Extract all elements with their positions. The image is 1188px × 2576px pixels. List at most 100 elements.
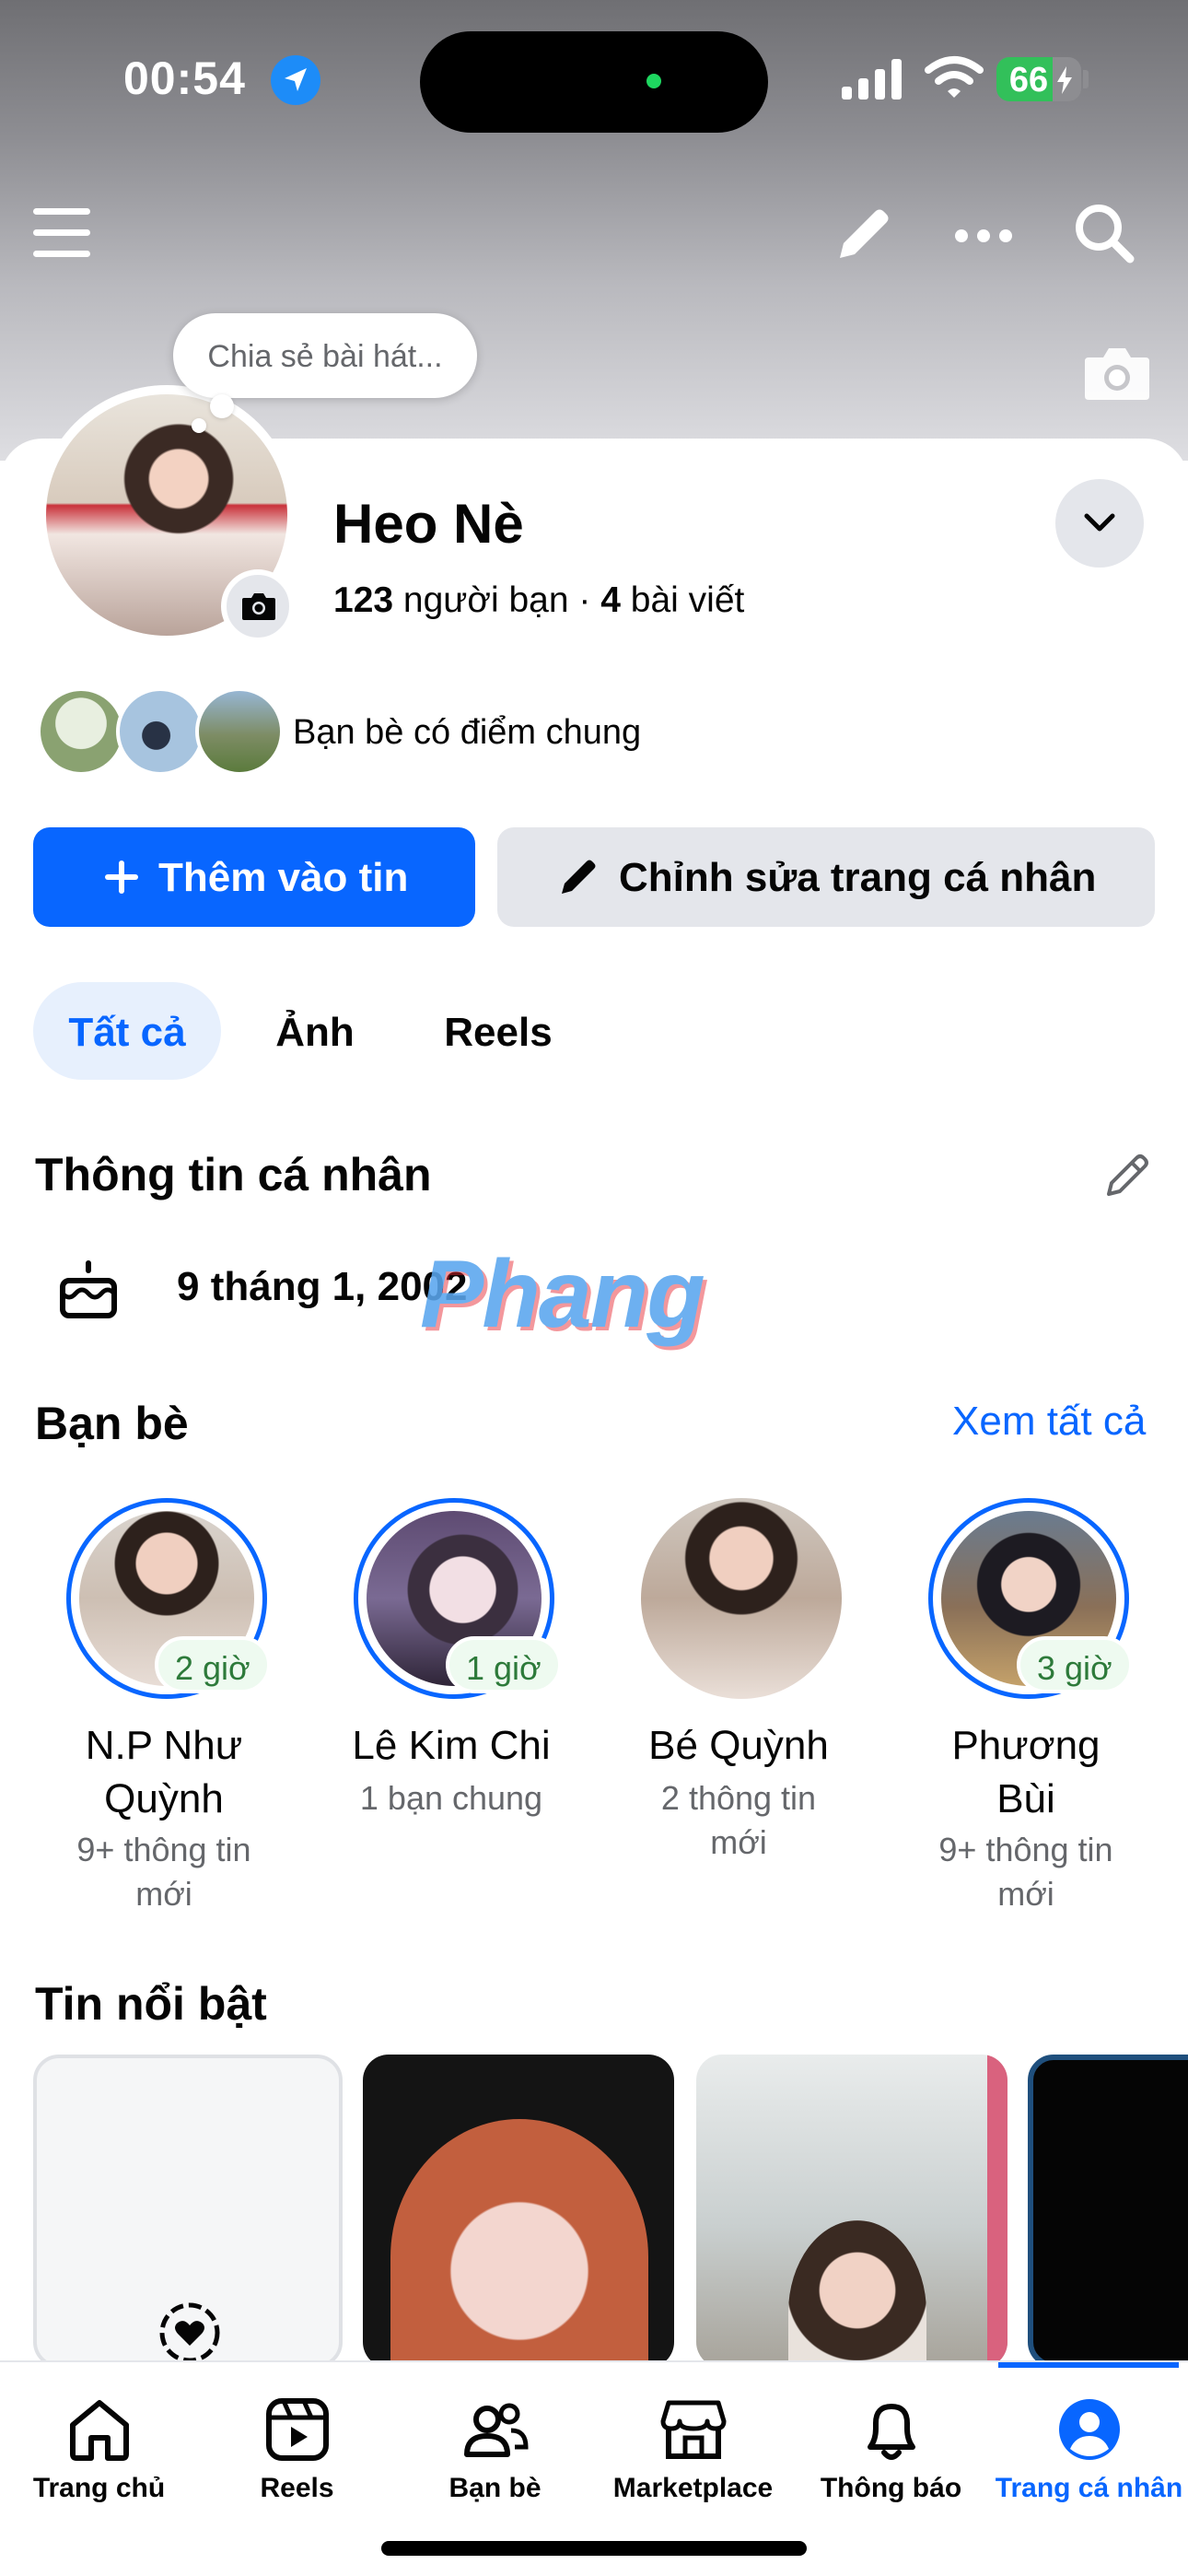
mutual-friends-avatars[interactable]: [37, 687, 285, 776]
friend-name: Phương Bùi: [897, 1719, 1155, 1826]
home-indicator: [381, 2541, 807, 2556]
nav-label: Trang cá nhân: [995, 2473, 1183, 2503]
bubble-tail: [192, 418, 206, 433]
battery-text: 66: [1008, 61, 1049, 100]
mutual-friend-avatar: [37, 687, 125, 776]
menu-icon[interactable]: [31, 205, 92, 262]
friend-name-line: Lê Kim Chi: [352, 1723, 551, 1768]
new-highlight-card[interactable]: [33, 2055, 343, 2368]
tab-photos[interactable]: Ảnh: [258, 982, 372, 1080]
birthday-cake-icon: [60, 1260, 117, 1318]
friend-subtitle-line: 2 thông tin: [660, 1779, 817, 1817]
friends-label: người bạn: [402, 580, 569, 620]
nav-marketplace[interactable]: Marketplace: [594, 2362, 792, 2547]
friend-subtitle: 9+ thông tin mới: [897, 1828, 1155, 1916]
edit-about-icon[interactable]: [1101, 1150, 1153, 1201]
more-icon[interactable]: [954, 221, 1013, 251]
charging-bolt-icon: [1057, 66, 1072, 94]
camera-icon[interactable]: [1083, 345, 1151, 402]
friend-avatar-frame: [641, 1498, 842, 1699]
highlight-card[interactable]: [696, 2055, 1007, 2368]
friend-subtitle-line: 1 bạn chung: [359, 1779, 543, 1817]
story-time-badge: 3 giờ: [1017, 1636, 1133, 1693]
bell-icon: [868, 2404, 915, 2460]
friend-name-line: Bé Quỳnh: [648, 1723, 829, 1768]
story-time-badge: 2 giờ: [155, 1636, 271, 1693]
mutual-friend-avatar: [195, 687, 284, 776]
friend-subtitle: 2 thông tin mới: [610, 1776, 868, 1865]
friend-subtitle-line: 9+ thông tin: [76, 1831, 251, 1868]
status-time: 00:54: [123, 53, 246, 104]
nav-label: Bạn bè: [448, 2473, 542, 2503]
friend-subtitle-line: 9+ thông tin: [938, 1831, 1113, 1868]
stats-separator: ·: [578, 580, 591, 620]
friend-name-line: N.P Như: [85, 1723, 243, 1768]
story-time-badge: 1 giờ: [446, 1636, 562, 1693]
profile-name: Heo Nè: [333, 493, 524, 555]
friends-title: Bạn bè: [35, 1398, 189, 1449]
nav-label: Trang chủ: [32, 2473, 166, 2503]
highlight-thumbnail: [390, 2119, 648, 2368]
heart-circle-icon: [159, 2302, 220, 2363]
battery-cap: [1083, 70, 1089, 88]
friend-subtitle: 1 bạn chung: [322, 1776, 580, 1821]
nav-notifications[interactable]: Thông báo: [792, 2362, 990, 2547]
edit-profile-label: Chỉnh sửa trang cá nhân: [619, 855, 1097, 900]
highlight-card[interactable]: [1028, 2055, 1188, 2368]
friend-name: Bé Quỳnh: [610, 1719, 868, 1773]
friend-name: Lê Kim Chi: [322, 1719, 580, 1773]
battery-indicator: 66: [996, 57, 1081, 101]
home-icon: [70, 2400, 129, 2461]
highlight-stripe: [987, 2055, 1007, 2368]
location-arrow-icon: [271, 55, 320, 105]
mutual-friends-text[interactable]: Bạn bè có điểm chung: [293, 713, 641, 753]
friend-name-line: Bùi: [996, 1776, 1055, 1821]
posts-count: 4: [600, 580, 621, 620]
song-prompt-bubble[interactable]: Chia sẻ bài hát...: [173, 313, 477, 398]
search-icon[interactable]: [1072, 201, 1136, 265]
nav-reels[interactable]: Reels: [198, 2362, 396, 2547]
about-title: Thông tin cá nhân: [35, 1149, 432, 1200]
nav-label: Reels: [260, 2473, 334, 2503]
nav-profile[interactable]: Trang cá nhân: [990, 2362, 1188, 2547]
profile-stats[interactable]: 123 người bạn · 4 bài viết: [333, 580, 744, 621]
highlight-thumbnail: [788, 2220, 926, 2368]
highlight-card[interactable]: [363, 2055, 674, 2368]
dynamic-island: [420, 31, 768, 133]
highlights-title: Tin nổi bật: [35, 1978, 267, 2030]
friend-subtitle-line: mới: [997, 1875, 1054, 1913]
add-story-label: Thêm vào tin: [158, 855, 409, 900]
mutual-friend-avatar: [116, 687, 204, 776]
edit-profile-button[interactable]: Chỉnh sửa trang cá nhân: [497, 827, 1155, 927]
see-all-friends-link[interactable]: Xem tất cả: [952, 1399, 1146, 1445]
add-story-button[interactable]: Thêm vào tin: [33, 827, 475, 927]
friend-subtitle: 9+ thông tin mới: [35, 1828, 293, 1916]
watermark-logo: Phang: [420, 1241, 705, 1348]
plus-icon: [105, 861, 138, 894]
nav-label: Marketplace: [612, 2473, 774, 2503]
signal-icon: [842, 59, 902, 100]
tab-all[interactable]: Tất cả: [33, 982, 221, 1080]
friend-subtitle-line: mới: [710, 1823, 767, 1861]
nav-home[interactable]: Trang chủ: [0, 2362, 198, 2547]
friend-name-line: Quỳnh: [104, 1776, 224, 1821]
bubble-tail: [210, 394, 234, 418]
tab-reels[interactable]: Reels: [429, 982, 567, 1080]
avatar-camera-button[interactable]: [221, 569, 295, 643]
camera-indicator: [646, 74, 661, 88]
tab-label: Reels: [444, 1010, 553, 1055]
friend-avatar: [641, 1498, 842, 1699]
friends-icon: [464, 2403, 529, 2457]
friend-subtitle-line: mới: [135, 1875, 192, 1913]
pencil-icon[interactable]: [831, 203, 895, 267]
song-prompt-text: Chia sẻ bài hát...: [207, 339, 443, 374]
friends-count: 123: [333, 580, 394, 620]
chevron-down-icon: [1084, 513, 1115, 532]
posts-label: bài viết: [630, 580, 745, 620]
camera-icon: [242, 593, 275, 620]
marketplace-icon: [660, 2400, 727, 2459]
nav-friends[interactable]: Bạn bè: [396, 2362, 594, 2547]
profile-icon: [1059, 2399, 1120, 2460]
profile-dropdown-button[interactable]: [1055, 479, 1144, 568]
tab-label: Ảnh: [275, 1010, 355, 1055]
